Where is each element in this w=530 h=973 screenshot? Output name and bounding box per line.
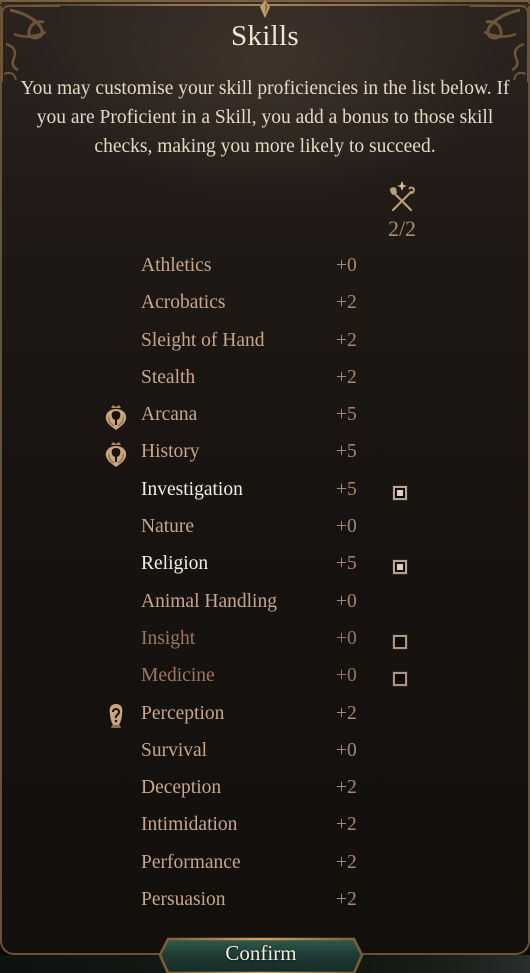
skill-name: Intimidation: [141, 814, 238, 836]
proficiency-checkbox[interactable]: [393, 672, 407, 687]
skill-name: History: [141, 441, 200, 463]
skill-modifier: +2: [336, 292, 357, 314]
skill-row-intimidation: Intimidation +2: [0, 808, 530, 845]
skill-row-stealth: Stealth +2: [0, 361, 530, 398]
skill-row-sleight-of-hand: Sleight of Hand +2: [0, 324, 530, 361]
skill-name: Nature: [141, 516, 195, 538]
skill-modifier: +2: [336, 329, 357, 351]
skill-row-athletics: Athletics +0: [0, 249, 530, 286]
skill-modifier: +2: [336, 702, 357, 724]
skill-modifier: +5: [336, 404, 357, 426]
skill-name: Religion: [141, 553, 209, 575]
skill-name: Insight: [141, 627, 196, 649]
skill-row-acrobatics: Acrobatics +2: [0, 286, 530, 323]
skill-modifier: +0: [336, 255, 357, 276]
skill-modifier: +2: [336, 889, 357, 911]
skill-modifier: +2: [336, 777, 357, 799]
skill-name: Deception: [141, 777, 222, 799]
skill-row-performance: Performance +2: [0, 846, 530, 883]
skill-row-perception: Perception +2: [0, 697, 530, 734]
skill-row-history: History +5: [0, 435, 530, 472]
crossed-axe-and-staff-icon: [390, 181, 416, 212]
proficiency-counter: 2/2: [380, 180, 424, 242]
skill-modifier: +5: [336, 441, 357, 463]
skill-row-persuasion: Persuasion +2: [0, 883, 530, 920]
confirm-button-wrap: Confirm: [158, 937, 364, 973]
mask-idol-icon: [102, 702, 130, 730]
skill-name: Arcana: [141, 404, 198, 426]
skill-modifier: +0: [336, 665, 357, 687]
skill-row-deception: Deception +2: [0, 771, 530, 808]
skill-name: Perception: [141, 702, 225, 724]
proficiency-checkbox[interactable]: [393, 560, 407, 575]
proficiency-checkbox[interactable]: [393, 634, 407, 649]
skill-row-survival: Survival +0: [0, 734, 530, 771]
skill-name: Investigation: [141, 478, 243, 500]
heart-crown-icon: [102, 440, 130, 468]
skill-name: Medicine: [141, 665, 215, 687]
skills-list: Athletics +0 Acrobatics +2 Sleight of Hand +2…: [0, 249, 530, 920]
skill-modifier: +0: [336, 739, 357, 761]
dialog-description: You may customise your skill proficienci…: [20, 78, 510, 157]
skill-modifier: +5: [336, 478, 357, 500]
skill-modifier: +2: [336, 851, 357, 873]
heart-crown-icon: [102, 403, 130, 431]
top-diamond-ornament: [260, 0, 270, 18]
skill-modifier: +5: [336, 553, 357, 575]
proficiency-count: 2/2: [387, 216, 417, 241]
skill-row-arcana: Arcana +5: [0, 398, 530, 435]
skill-name: Sleight of Hand: [141, 329, 265, 351]
skill-name: Persuasion: [141, 889, 226, 911]
skill-modifier: +0: [336, 590, 357, 612]
skill-modifier: +2: [336, 814, 357, 836]
skill-row-investigation[interactable]: Investigation +5: [0, 473, 530, 510]
skill-name: Survival: [141, 739, 208, 761]
skill-name: Animal Handling: [141, 590, 277, 612]
proficiency-checkbox[interactable]: [393, 485, 407, 500]
confirm-button[interactable]: [158, 937, 364, 973]
skill-row-religion[interactable]: Religion +5: [0, 547, 530, 584]
skill-modifier: +2: [336, 366, 357, 388]
skill-modifier: +0: [336, 627, 357, 649]
skill-row-medicine[interactable]: Medicine +0: [0, 659, 530, 696]
skill-name: Performance: [141, 851, 241, 873]
skill-name: Acrobatics: [141, 292, 226, 314]
skill-row-insight[interactable]: Insight +0: [0, 622, 530, 659]
dialog-title: Skills: [231, 20, 299, 52]
skill-name: Athletics: [141, 255, 212, 276]
skill-row-nature: Nature +0: [0, 510, 530, 547]
skill-name: Stealth: [141, 366, 196, 388]
skill-row-animal-handling: Animal Handling +0: [0, 585, 530, 622]
skill-modifier: +0: [336, 516, 357, 538]
